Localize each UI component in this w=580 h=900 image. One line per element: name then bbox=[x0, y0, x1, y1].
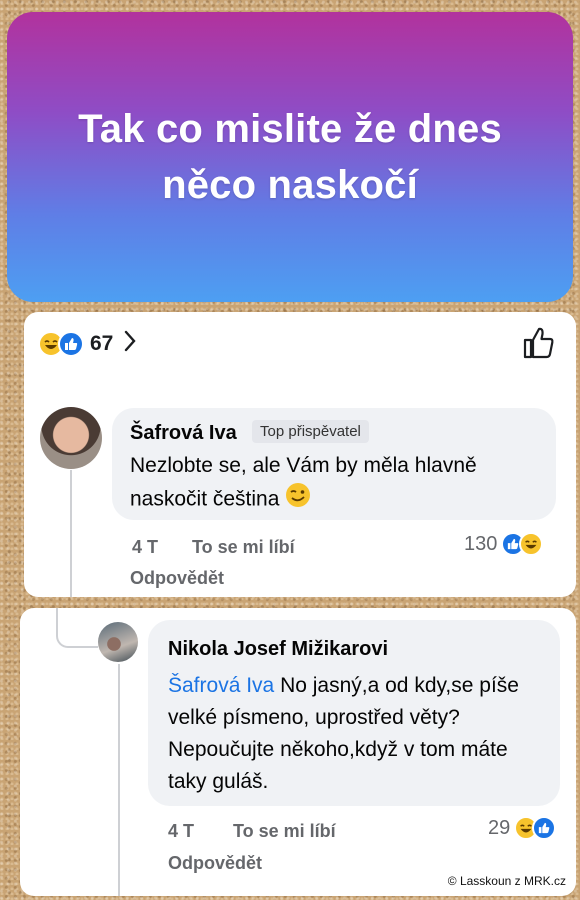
comment-text: Šafrová Iva No jasný,a od kdy,se píše ve… bbox=[168, 670, 548, 798]
thread-line bbox=[56, 608, 58, 632]
thread-line bbox=[70, 470, 72, 597]
comment-reaction-count: 29 bbox=[488, 816, 511, 839]
comment-card-1: 67 Šafrová Iva Top přispěvatel Nezlobte … bbox=[24, 312, 576, 597]
banner-text: Tak co mislite že dnes něco naskočí bbox=[78, 107, 502, 207]
post-reaction-count: 67 bbox=[90, 331, 114, 355]
comment-text: Nezlobte se, ale Vám by měla hlavně nask… bbox=[130, 450, 530, 518]
wink-emoji-icon bbox=[285, 482, 311, 518]
watermark: © Lasskoun z MRK.cz bbox=[447, 874, 566, 888]
comment-author[interactable]: Nikola Josef Mižikarovi bbox=[168, 638, 388, 661]
thread-connector bbox=[56, 632, 98, 648]
comment-time: 4 T bbox=[132, 537, 159, 557]
avatar[interactable] bbox=[40, 407, 102, 469]
top-contributor-badge: Top přispěvatel bbox=[252, 420, 369, 443]
post-reactions[interactable]: 67 bbox=[38, 330, 137, 357]
comment-bubble: Šafrová Iva Top přispěvatel Nezlobte se,… bbox=[112, 408, 556, 520]
comment-author[interactable]: Šafrová Iva bbox=[130, 422, 237, 445]
avatar[interactable] bbox=[98, 622, 138, 662]
chevron-right-icon[interactable] bbox=[123, 330, 137, 357]
mention-link[interactable]: Šafrová Iva bbox=[168, 674, 274, 697]
comment-reactions[interactable]: 29 bbox=[488, 816, 557, 840]
like-button[interactable]: To se mi líbí bbox=[233, 821, 336, 842]
reply-button[interactable]: Odpovědět bbox=[130, 568, 224, 589]
like-button[interactable]: To se mi líbí bbox=[192, 537, 295, 558]
comment-time: 4 T bbox=[168, 821, 195, 841]
comment-reaction-count: 130 bbox=[464, 532, 498, 555]
comment-bubble: Nikola Josef Mižikarovi Šafrová Iva No j… bbox=[148, 620, 560, 806]
like-emoji-icon bbox=[58, 330, 84, 357]
thread-line bbox=[118, 664, 120, 896]
thumbs-up-outline-icon[interactable] bbox=[522, 326, 556, 365]
like-emoji-icon bbox=[532, 816, 557, 840]
reply-button[interactable]: Odpovědět bbox=[168, 853, 262, 874]
comment-card-2: Nikola Josef Mižikarovi Šafrová Iva No j… bbox=[20, 608, 576, 896]
comment-reactions[interactable]: 130 bbox=[464, 532, 544, 556]
post-banner: Tak co mislite že dnes něco naskočí bbox=[7, 12, 573, 302]
haha-emoji-icon bbox=[519, 532, 544, 556]
